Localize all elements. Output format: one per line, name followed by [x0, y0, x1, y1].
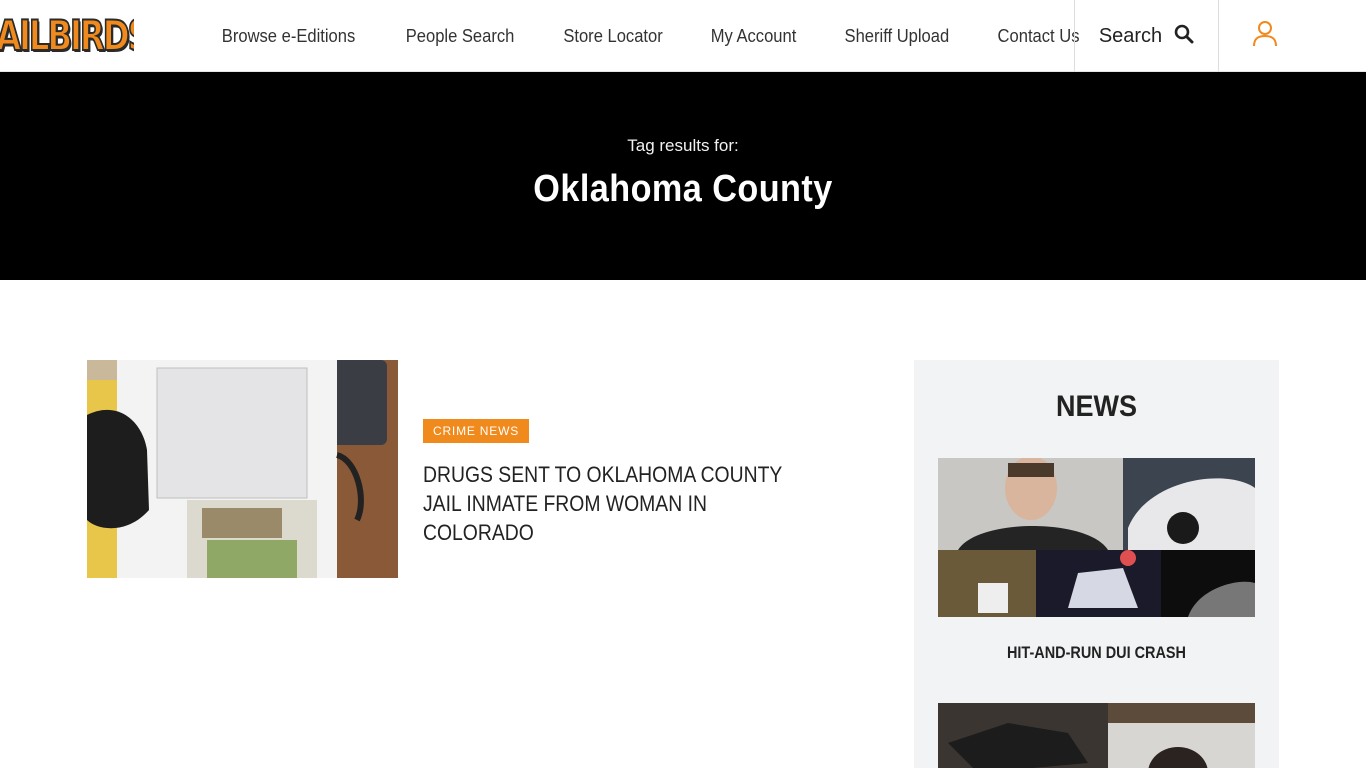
news-item-image[interactable] [938, 458, 1255, 617]
account-button[interactable] [1219, 0, 1311, 72]
page-title: Oklahoma County [533, 168, 833, 210]
nav-item-people-search[interactable]: People Search [387, 26, 532, 47]
logo-text: JAILBIRDS [0, 11, 134, 61]
search-icon [1174, 24, 1194, 49]
tag-hero: Tag results for: Oklahoma County [0, 72, 1366, 280]
article-card: CRIME NEWS DRUGS SENT TO OKLAHOMA COUNTY… [87, 360, 847, 578]
search-button[interactable]: Search [1074, 0, 1219, 72]
category-badge[interactable]: CRIME NEWS [423, 419, 529, 443]
article-image[interactable] [87, 360, 398, 578]
tag-results-label: Tag results for: [627, 136, 739, 155]
search-label: Search [1098, 24, 1163, 47]
news-item-caption[interactable]: HIT-AND-RUN DUI CRASH [941, 643, 1251, 663]
user-icon [1252, 20, 1278, 53]
article-headline[interactable]: DRUGS SENT TO OKLAHOMA COUNTY JAIL INMAT… [423, 460, 819, 547]
site-logo[interactable]: JAILBIRDS [0, 11, 134, 61]
sidebar-title: NEWS [1056, 390, 1137, 423]
news-item-image-2[interactable] [938, 703, 1255, 768]
nav-item-store-locator[interactable]: Store Locator [545, 26, 681, 47]
site-header: JAILBIRDS Browse e-Editions People Searc… [0, 0, 1366, 72]
nav-item-browse-e-editions[interactable]: Browse e-Editions [203, 26, 373, 47]
news-sidebar: NEWS HIT-AND-RUN DUI CRASH [914, 360, 1279, 768]
main-nav: Browse e-Editions People Search Store Lo… [196, 0, 1103, 72]
nav-item-sheriff-upload[interactable]: Sheriff Upload [826, 26, 967, 47]
nav-item-my-account[interactable]: My Account [693, 26, 815, 47]
